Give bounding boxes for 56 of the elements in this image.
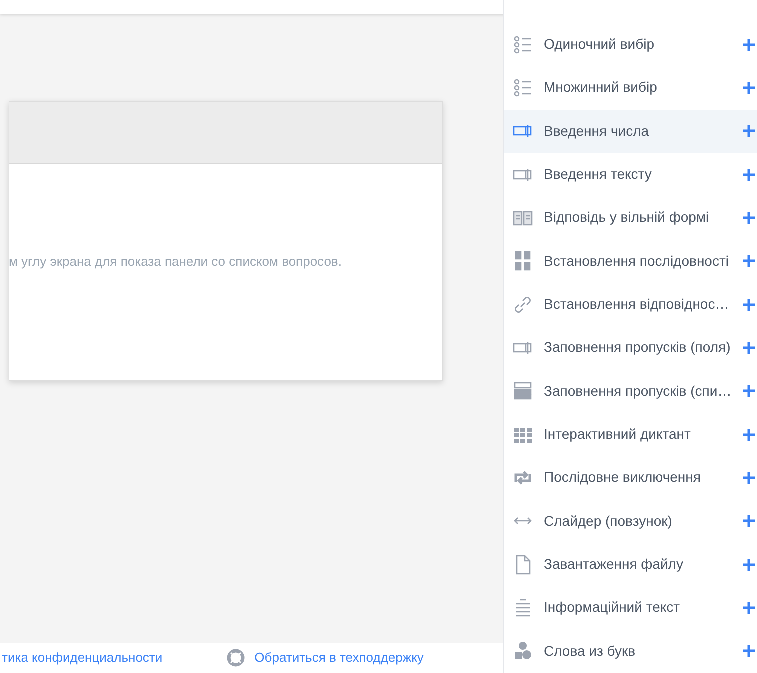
plus-icon[interactable] [743,385,755,398]
question-type-label: Послідовне виключення [544,468,702,488]
plus-icon[interactable] [743,602,755,614]
question-type-label: Встановлення послідовності [544,252,730,271]
card-message: м углу экрана для показа панели со списком вопросов. [9,254,342,269]
question-type-item[interactable]: Заповнення пропусків (поля) [504,326,757,370]
question-type-label: Інформаційний текст [544,598,682,618]
plus-icon[interactable] [743,515,755,528]
plus-icon[interactable] [743,342,755,354]
question-type-item[interactable]: Інформаційний текст [504,586,757,630]
lifebuoy-icon [226,649,245,667]
plus-icon[interactable] [743,298,755,311]
blocks-icon [513,251,533,272]
plus-icon[interactable] [743,168,755,181]
privacy-policy-link[interactable]: тика конфиденциальности [2,648,163,668]
question-type-label: Введення числа [544,122,650,141]
question-type-label: Одиночний вибір [544,35,656,54]
question-type-item[interactable]: Одиночний вибір [504,23,757,66]
plus-icon[interactable] [743,212,755,224]
question-type-item[interactable]: Відповідь у вільній формі [504,196,757,240]
list-icon [513,34,533,55]
plus-icon[interactable] [743,38,755,51]
question-type-label: Встановлення відповіднос… [544,295,730,314]
plus-icon[interactable] [743,125,755,138]
plus-icon[interactable] [743,472,755,484]
question-type-item[interactable]: Встановлення відповіднос… [504,282,757,326]
question-type-label: Інтерактивний диктант [544,425,692,444]
question-type-item[interactable]: Введення числа [504,110,757,153]
question-type-item[interactable]: Заповнення пропусків (спи… [504,370,757,413]
support-link[interactable]: Обратиться в техподдержку [226,648,424,668]
question-type-item[interactable]: Введення тексту [504,152,757,196]
question-type-label: Слайдер (повзунок) [544,512,674,531]
question-type-item[interactable]: Встановлення послідовності [504,240,757,283]
question-type-item[interactable]: Слайдер (повзунок) [504,500,757,543]
question-type-item[interactable]: Послідовне виключення [504,456,757,500]
question-type-label: Множинний вибір [544,78,658,98]
plus-icon[interactable] [743,82,755,94]
dropdown-icon [513,381,533,402]
plus-icon[interactable] [743,255,755,268]
question-type-label: Заповнення пропусків (поля) [544,338,732,358]
question-type-item[interactable]: Інтерактивний диктант [504,412,757,456]
link-icon [513,294,533,315]
question-type-item[interactable]: Завантаження файлу [504,542,757,586]
question-type-item[interactable]: Слова из букв [504,630,757,673]
plus-icon[interactable] [743,645,755,658]
question-type-label: Заповнення пропусків (спи… [544,382,732,401]
question-type-item[interactable]: Множинний вибір [504,66,757,110]
question-type-label: Завантаження файлу [544,555,684,574]
question-type-label: Слова из букв [544,642,637,661]
plus-icon[interactable] [743,428,755,441]
letter-blocks-icon [513,641,533,662]
question-type-label: Введення тексту [544,165,653,184]
text-lines-icon [513,598,533,618]
list-icon [513,78,533,98]
plus-icon[interactable] [743,558,755,571]
question-type-label: Відповідь у вільній формі [544,208,710,228]
